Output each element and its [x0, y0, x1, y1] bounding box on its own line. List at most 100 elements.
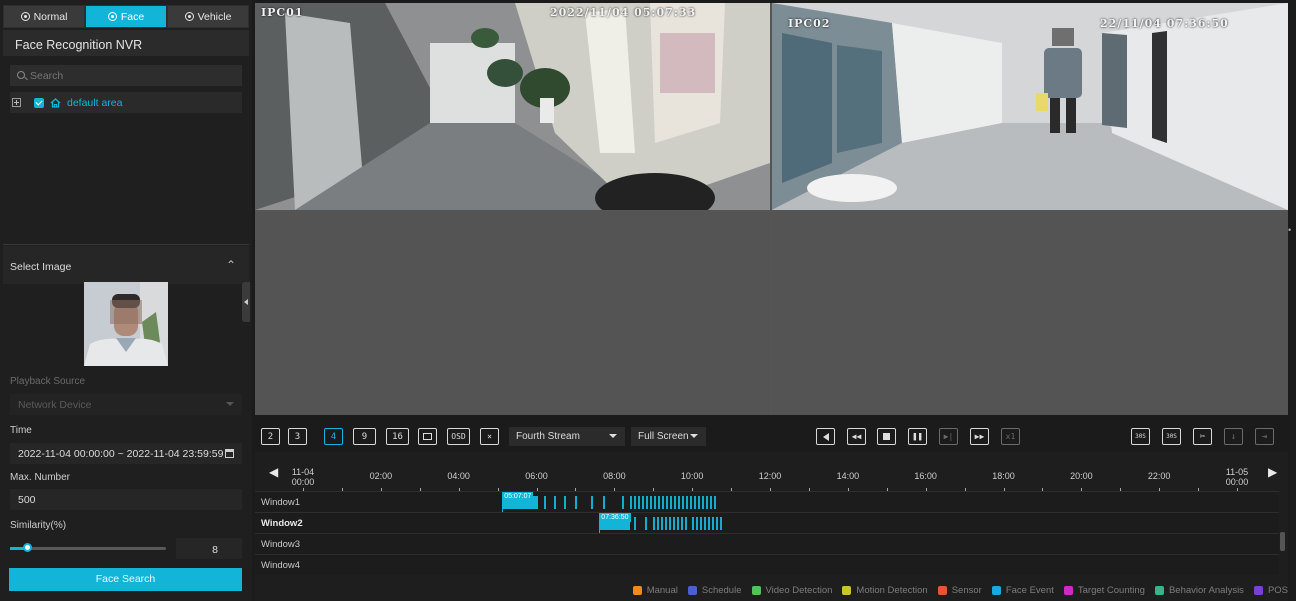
similarity-slider[interactable] — [10, 547, 166, 550]
screen-mode-select[interactable]: Full Screen — [631, 427, 706, 446]
similarity-input[interactable]: 8 — [176, 538, 242, 559]
layout-16-button[interactable]: 16 — [386, 428, 409, 445]
timeline-hour-label: 12:00 — [758, 471, 782, 481]
timeline[interactable]: ◀ 11-04 00:00 11-05 00:00 ▶ 02:00 04:00 06:0… — [255, 452, 1288, 601]
recording-segment[interactable] — [602, 496, 605, 509]
collapse-up-icon[interactable]: ⌃ — [226, 258, 236, 272]
window-label: Window1 — [261, 497, 301, 508]
legend-label: Schedule — [701, 584, 742, 596]
tab-normal-label: Normal — [33, 10, 68, 23]
previous-button[interactable] — [816, 428, 835, 445]
event-legend: Manual Schedule Video Detection Motion Dete… — [255, 579, 1288, 601]
vehicle-icon — [184, 12, 194, 21]
timeline-left-arrow[interactable]: ◀ — [269, 465, 278, 479]
clip-button[interactable]: ✂ — [1193, 428, 1212, 445]
chevron-down-icon — [690, 434, 698, 438]
video-window-2[interactable]: IPC02 22/11/04 07:36:50 — [772, 3, 1288, 210]
video-window-3[interactable] — [255, 212, 770, 415]
export-icon: ⇥ — [1261, 431, 1268, 442]
expand-icon[interactable] — [12, 98, 21, 107]
recording-segment[interactable] — [692, 517, 724, 530]
stream-select[interactable]: Fourth Stream — [509, 427, 625, 446]
rewind-icon: ◀◀ — [851, 432, 862, 441]
recording-segment[interactable] — [653, 517, 689, 530]
panel-collapse-handle[interactable] — [242, 282, 250, 322]
tab-vehicle[interactable]: Vehicle — [167, 5, 249, 28]
stop-icon — [883, 433, 890, 440]
window-label: Window3 — [261, 539, 301, 550]
search-input[interactable] — [10, 65, 242, 86]
max-number-input[interactable]: 500 — [10, 489, 242, 510]
tab-vehicle-label: Vehicle — [197, 10, 232, 23]
layout-9-button[interactable]: 9 — [353, 428, 376, 445]
recording-segment[interactable] — [554, 496, 556, 509]
tree-item-label: default area — [67, 96, 123, 109]
recording-segment[interactable] — [544, 496, 549, 509]
timeline-hour-label: 02:00 — [369, 471, 393, 481]
close-icon: × — [487, 432, 492, 441]
video-window-4[interactable] — [772, 212, 1288, 415]
tree-checkbox[interactable] — [34, 97, 44, 108]
playback-source-value: Network Device — [18, 399, 92, 411]
face-image[interactable] — [84, 282, 168, 366]
play-reverse-icon — [822, 432, 829, 441]
timeline-row-window1[interactable]: Window1 05:07:07 — [255, 491, 1279, 513]
legend-item: Video Detection — [751, 585, 832, 596]
timeline-hour-label: 08:00 — [603, 471, 626, 481]
close-all-button[interactable]: × — [480, 428, 499, 445]
stop-button[interactable] — [877, 428, 896, 445]
recording-segment[interactable] — [633, 517, 638, 530]
recording-segment[interactable] — [575, 496, 578, 509]
recording-segment[interactable] — [563, 496, 566, 509]
search-box — [10, 65, 242, 86]
skip-forward-30s-button[interactable]: 30S — [1162, 428, 1181, 445]
left-panel: Normal Face Vehicle Face Recognition NVR… — [0, 0, 252, 601]
playback-source-select[interactable]: Network Device — [10, 394, 242, 415]
timeline-hour-label: 20:00 — [1070, 471, 1093, 481]
osd-button[interactable]: OSD — [447, 428, 470, 445]
step-forward-icon: ▶| — [943, 432, 954, 441]
timeline-row-window4[interactable]: Window4 — [255, 554, 1279, 575]
layout-4-button[interactable]: 4 — [324, 428, 343, 445]
timeline-row-window3[interactable]: Window3 — [255, 533, 1279, 554]
timeline-scrollbar[interactable] — [1280, 532, 1285, 551]
single-screen-button[interactable] — [418, 428, 437, 445]
layout-3-button[interactable]: 3 — [288, 428, 307, 445]
legend-item: Sensor — [937, 585, 982, 596]
timeline-row-window2[interactable]: Window2 07:36:50 — [255, 512, 1279, 534]
recording-segment[interactable] — [590, 496, 595, 509]
legend-swatch — [1154, 585, 1164, 595]
recording-segment[interactable] — [645, 517, 650, 530]
export-button[interactable]: ⇥ — [1255, 428, 1274, 445]
download-button[interactable]: ↓ — [1224, 428, 1243, 445]
step-forward-button[interactable]: ▶| — [939, 428, 958, 445]
pause-button[interactable]: ❚❚ — [908, 428, 927, 445]
legend-item: Face Event — [991, 585, 1054, 596]
legend-label: Behavior Analysis — [1168, 584, 1244, 596]
chevron-down-icon — [609, 434, 617, 438]
face-search-button[interactable]: Face Search — [9, 568, 242, 591]
skip-back-30s-button[interactable]: 30S — [1131, 428, 1150, 445]
time-range-field[interactable]: 2022-11-04 00:00:00 ~ 2022-11-04 23:59:5… — [10, 443, 242, 464]
video-window-1[interactable]: IPC01 2022/11/04 05:07:33 — [255, 3, 770, 210]
layout-2-button[interactable]: 2 — [261, 428, 280, 445]
channel-timestamp: 2022/11/04 05:07:33 — [550, 6, 697, 19]
similarity-slider-handle[interactable] — [23, 543, 32, 552]
legend-item: Schedule — [687, 584, 742, 596]
timeline-ruler[interactable]: ◀ 11-04 00:00 11-05 00:00 ▶ 02:00 04:00 06:0… — [255, 452, 1288, 492]
timeline-hour-label: 10:00 — [680, 471, 704, 481]
legend-item: Behavior Analysis — [1154, 584, 1244, 596]
tab-face[interactable]: Face — [85, 5, 167, 28]
recording-segment[interactable] — [629, 496, 716, 509]
recording-segment[interactable] — [622, 496, 626, 509]
tree-item-default-area[interactable]: default area — [10, 92, 242, 113]
tab-normal[interactable]: Normal — [3, 5, 85, 28]
tab-face-label: Face — [120, 10, 145, 23]
playback-cursor-time: 05:07:07 — [502, 492, 534, 501]
similarity-label: Similarity(%) — [10, 520, 67, 531]
rewind-button[interactable]: ◀◀ — [847, 428, 866, 445]
timeline-right-arrow[interactable]: ▶ — [1268, 465, 1277, 479]
calendar-icon[interactable] — [225, 449, 234, 458]
fast-forward-button[interactable]: ▶▶ — [970, 428, 989, 445]
timeline-end-date: 11-05 — [1225, 467, 1249, 477]
